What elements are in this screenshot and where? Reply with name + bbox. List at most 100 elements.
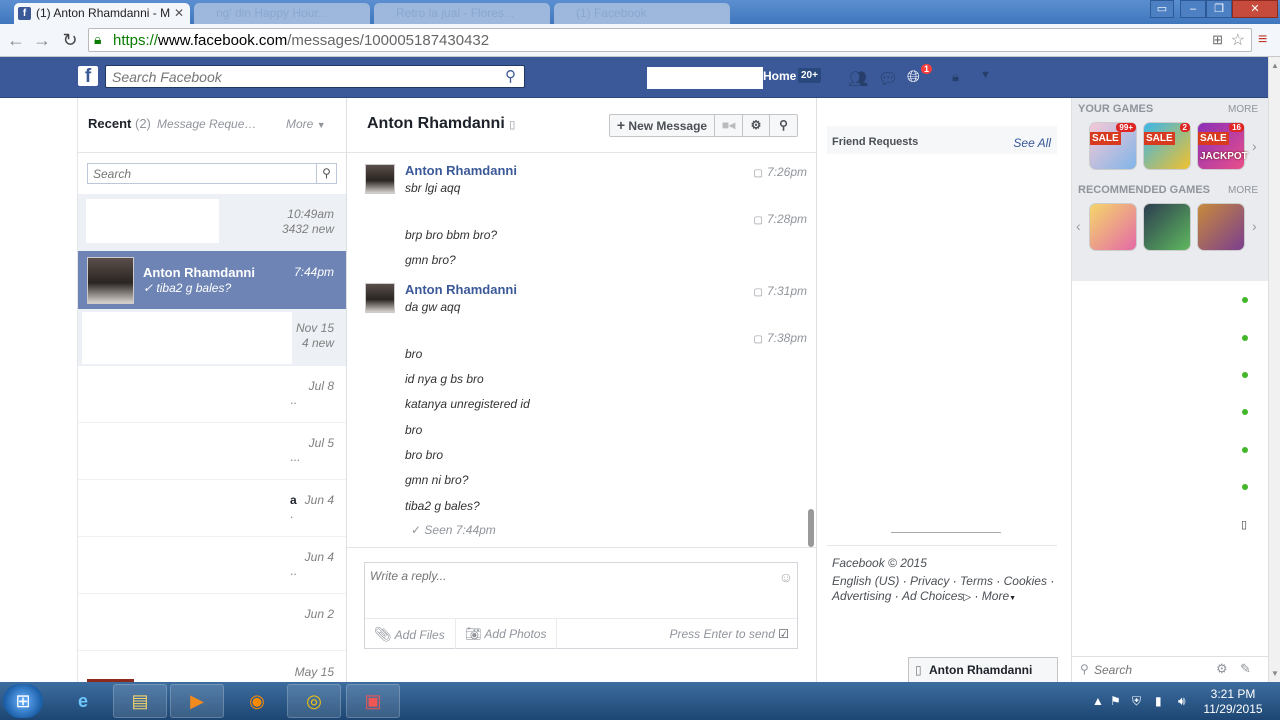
game-tile[interactable] [1143, 203, 1191, 251]
sender-name[interactable]: Anton Rhamdanni [405, 282, 517, 297]
recent-filter[interactable]: Recent (2) [88, 116, 151, 131]
chevron-left-icon[interactable]: ‹ [1076, 218, 1081, 234]
network-signal-icon[interactable]: ▮ [1155, 694, 1162, 708]
footer-link-cookies[interactable]: Cookies [1004, 574, 1047, 588]
media-player-icon[interactable]: ▶ [170, 684, 224, 718]
thread-item[interactable]: Jun 4 .. [78, 537, 346, 594]
game-tile[interactable]: SALE 2 [1143, 122, 1191, 170]
game-tile[interactable] [1089, 203, 1137, 251]
security-icon[interactable]: ⛨ [1132, 694, 1141, 709]
checkbox-checked-icon[interactable]: ☑ [778, 627, 789, 641]
start-button-windows-icon[interactable]: ⊞ [3, 684, 43, 718]
recommended-more-link[interactable]: MORE [1228, 185, 1258, 196]
thread-time: Jul 8 [308, 379, 334, 393]
thread-item[interactable]: 10:49am 3432 new [78, 194, 346, 251]
chevron-down-icon: ▼ [316, 120, 326, 130]
search-conversation-icon[interactable]: ⚲ [770, 115, 797, 136]
gear-icon[interactable]: ⚙ [1216, 661, 1228, 677]
profile-name-link[interactable] [647, 67, 763, 89]
thread-item-selected[interactable]: Anton Rhamdanni ✓ tiba2 g bales? 7:44pm [78, 251, 346, 309]
messages-icon[interactable]: 💬︎ [878, 69, 898, 89]
chat-tab[interactable]: ▯ Anton Rhamdanni [908, 657, 1058, 682]
divider [891, 532, 1001, 533]
add-files-button[interactable]: 📎︎ Add Files [365, 619, 456, 649]
message-requests-link[interactable]: Message Reque… [157, 117, 256, 131]
see-all-link[interactable]: See All [1013, 136, 1051, 150]
user-profile-icon[interactable]: ▭ [1150, 0, 1174, 18]
facebook-search-box[interactable]: ⚲ [105, 65, 525, 88]
thread-search[interactable]: ⚲ [87, 163, 337, 184]
system-clock[interactable]: 3:21 PM 11/29/2015 [1198, 687, 1268, 717]
chevron-right-icon[interactable]: › [1252, 138, 1257, 154]
chrome-icon[interactable]: ◎ [287, 684, 341, 718]
compose-icon[interactable]: ✎ [1240, 661, 1251, 677]
window-close-icon[interactable]: ✕ [1232, 0, 1278, 18]
game-tile[interactable] [1197, 203, 1245, 251]
footer-link-ad-choices[interactable]: Ad Choices [902, 589, 963, 603]
restore-icon[interactable]: ❐ [1206, 0, 1232, 18]
firefox-icon[interactable]: ◉ [230, 684, 284, 718]
reply-input[interactable] [365, 563, 765, 603]
browser-tab[interactable]: Retro la jual - Flores... [374, 3, 550, 24]
gear-icon[interactable]: ⚙ [743, 115, 770, 136]
browser-tab[interactable]: ng' din Happy Hour... [194, 3, 370, 24]
footer-link-terms[interactable]: Terms [960, 574, 993, 588]
chat-search-input[interactable] [1094, 659, 1214, 681]
page-scrollbar[interactable]: ▲ ▼ [1268, 57, 1280, 682]
thread-search-input[interactable] [88, 164, 313, 183]
internet-explorer-icon[interactable]: e [56, 684, 110, 718]
scroll-up-icon[interactable]: ▲ [1271, 61, 1279, 70]
your-games-more-link[interactable]: MORE [1228, 104, 1258, 115]
emoji-icon[interactable]: ☺ [779, 569, 793, 585]
thread-item[interactable]: Nov 15 4 new [78, 309, 346, 366]
close-tab-icon[interactable]: ✕ [174, 3, 184, 23]
friend-requests-icon[interactable]: 👥︎ [848, 69, 868, 89]
footer-link-advertising[interactable]: Advertising [832, 589, 891, 603]
reload-icon[interactable]: ↻ [60, 30, 80, 50]
thread-item[interactable]: Jul 5 ... [78, 423, 346, 480]
thread-item[interactable]: a Jun 4 . [78, 480, 346, 537]
account-menu-chevron-down-icon[interactable]: ▼ [980, 69, 991, 81]
search-icon[interactable]: ⚲ [316, 164, 336, 183]
forward-icon[interactable]: → [32, 30, 52, 50]
footer-link-more[interactable]: More [982, 589, 1009, 603]
volume-icon[interactable]: 🔊︎ [1178, 694, 1186, 709]
browser-tab[interactable]: (1) Facebook [554, 3, 730, 24]
new-message-button[interactable]: + New Message [610, 115, 715, 136]
thread-snippet: ✓ tiba2 g bales? [143, 281, 232, 295]
add-files-label: Add Files [394, 628, 445, 642]
add-photos-button[interactable]: 📷︎ Add Photos [456, 619, 557, 649]
chevron-down-icon: ▼ [1009, 595, 1017, 602]
bookmark-star-icon[interactable]: ☆ [1231, 30, 1245, 50]
address-bar[interactable]: 🔒︎ https://www.facebook.com/messages/100… [88, 28, 1252, 52]
thread-item[interactable]: Jun 2 [78, 594, 346, 651]
footer-link-language[interactable]: English (US) [832, 574, 899, 588]
game-tile[interactable]: SALE 99+ [1089, 122, 1137, 170]
chevron-right-icon[interactable]: › [1252, 218, 1257, 234]
back-icon[interactable]: ← [6, 30, 26, 50]
notifications-globe-icon[interactable]: 🌐︎ [907, 69, 920, 87]
scroll-down-icon[interactable]: ▼ [1271, 669, 1279, 678]
chrome-menu-icon[interactable]: ≡ [1258, 32, 1272, 48]
file-explorer-icon[interactable]: ▤ [113, 684, 167, 718]
game-app-icon[interactable]: ▣ [346, 684, 400, 718]
message-scrollbar-thumb[interactable] [808, 509, 814, 547]
video-call-icon[interactable]: ■◂ [715, 115, 743, 136]
press-enter-toggle[interactable]: Press Enter to send ☑ [670, 627, 790, 641]
more-menu[interactable]: More ▼ [286, 117, 326, 131]
thread-item[interactable]: Jul 8 .. [78, 366, 346, 423]
thread-item[interactable]: May 15 [78, 651, 346, 682]
home-link[interactable]: Home [763, 69, 796, 83]
privacy-shortcuts-icon[interactable]: 🔒︎ [952, 69, 959, 85]
search-icon[interactable]: ⚲ [505, 67, 516, 85]
game-tile[interactable]: SALE 16 JACKPOT [1197, 122, 1248, 170]
facebook-search-input[interactable] [106, 66, 486, 87]
action-center-flag-icon[interactable]: ⚑ [1110, 694, 1121, 708]
translate-icon[interactable]: ⊞ [1212, 32, 1223, 48]
minimize-icon[interactable]: – [1180, 0, 1206, 18]
sender-name[interactable]: Anton Rhamdanni [405, 163, 517, 178]
footer-link-privacy[interactable]: Privacy [910, 574, 949, 588]
show-hidden-icons-icon[interactable]: ▲ [1092, 694, 1104, 708]
browser-tab-active[interactable]: f (1) Anton Rhamdanni - M ✕ [14, 3, 190, 24]
facebook-logo[interactable]: f [78, 66, 98, 87]
